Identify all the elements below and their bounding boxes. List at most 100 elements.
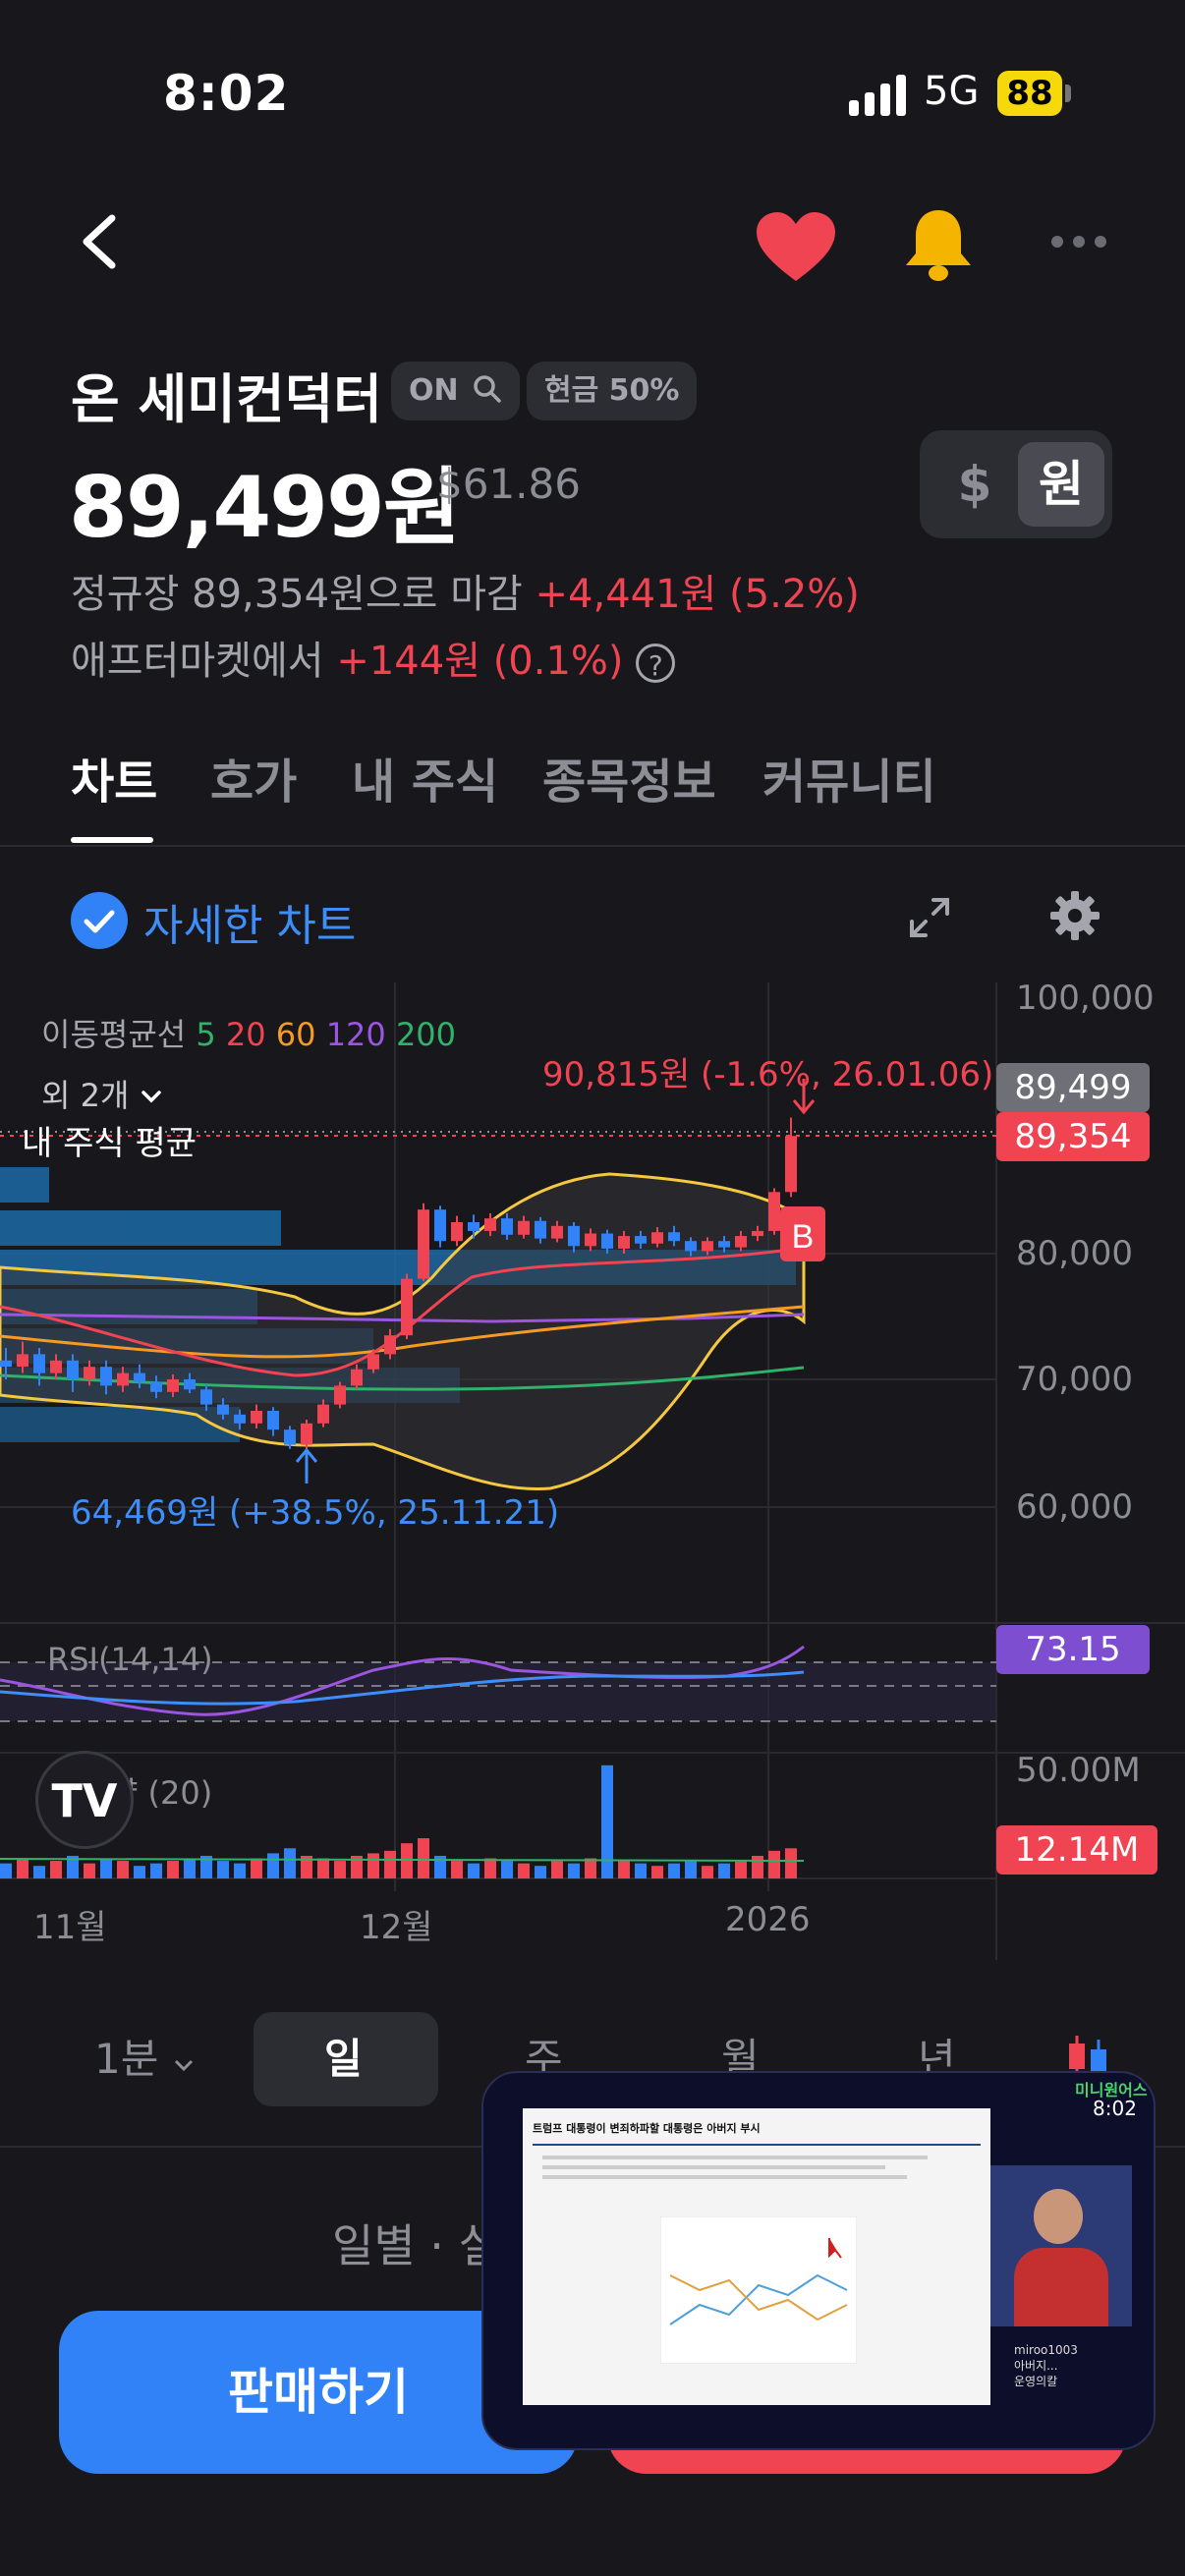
volume-bar <box>601 1764 613 1878</box>
more-indicators-toggle[interactable]: 외 2개 <box>41 1071 163 1116</box>
volume-bar <box>267 1853 279 1878</box>
candle <box>601 1233 613 1249</box>
alert-button[interactable] <box>904 208 973 287</box>
candle <box>67 1360 79 1379</box>
detail-chart-checkbox[interactable] <box>71 892 128 949</box>
low-annotation: 64,469원 (+38.5%, 25.11.21) <box>71 1493 560 1533</box>
pip-video-overlay[interactable]: 미니원어스 8:02 트럼프 대통령이 변죄하파할 대통령은 아버지 부시 mi… <box>481 2071 1156 2450</box>
ticker-label: ON <box>409 373 459 408</box>
volume-bar <box>251 1858 262 1878</box>
ma-120-label: 120 <box>325 1016 386 1053</box>
currency-usd-option[interactable]: $ <box>931 442 1018 527</box>
tab-orderbook[interactable]: 호가 <box>210 743 297 812</box>
help-icon[interactable]: ? <box>636 644 676 683</box>
current-price: 89,499원 <box>69 459 461 557</box>
volume-ma-line <box>0 1858 805 1862</box>
volume-bar <box>785 1848 797 1878</box>
ma-legend[interactable]: 이동평균선 5 20 60 120 200 <box>41 1010 456 1055</box>
usd-price: $61.86 <box>436 460 581 508</box>
close-price-line: 정규장 89,354원으로 마감 +4,441원 (5.2%) <box>71 562 860 619</box>
detail-chart-label[interactable]: 자세한 차트 <box>143 890 356 953</box>
volume-bar <box>334 1861 346 1878</box>
avg-price-label: 내 주식 평균 <box>22 1124 198 1163</box>
candle <box>551 1225 563 1239</box>
candle <box>635 1236 647 1244</box>
candle <box>84 1367 95 1379</box>
volume-axis-max: 50.00M <box>1016 1751 1141 1790</box>
settings-button[interactable] <box>1049 890 1100 945</box>
candle <box>618 1236 630 1249</box>
tab-community[interactable]: 커뮤니티 <box>762 743 936 812</box>
volume-bar <box>451 1861 463 1878</box>
volume-bar <box>234 1863 246 1878</box>
candle <box>184 1379 196 1390</box>
candle <box>33 1354 45 1373</box>
tab-chart[interactable]: 차트 <box>71 743 157 812</box>
back-button[interactable] <box>75 212 124 275</box>
currency-krw-option[interactable]: 원 <box>1018 442 1104 527</box>
tab-my-stock[interactable]: 내 주식 <box>352 743 498 812</box>
candle <box>234 1414 246 1424</box>
volume-bar <box>685 1861 697 1878</box>
volume-value-tag: 12.14M <box>996 1825 1157 1875</box>
candle <box>718 1241 730 1248</box>
more-horizontal-icon <box>1051 236 1106 248</box>
volume-bar <box>768 1850 780 1878</box>
y-tick-100000: 100,000 <box>1016 979 1155 1018</box>
pip-chat-line: 운영의칼 <box>1014 2375 1058 2388</box>
high-annotation: 90,815원 (-1.6%, 26.01.06) <box>542 1055 994 1094</box>
stock-name: 온 세미컨덕터 <box>71 368 382 430</box>
volume-bar <box>367 1853 379 1878</box>
volume-bar <box>635 1863 647 1878</box>
low-arrow-icon <box>295 1447 318 1484</box>
candle <box>651 1232 663 1244</box>
daily-history-label[interactable]: 일별 · 실 <box>332 2211 500 2275</box>
candle <box>434 1209 446 1242</box>
candle <box>267 1411 279 1430</box>
period-day[interactable]: 일 <box>324 2026 363 2086</box>
ma-legend-label: 이동평균선 <box>41 1016 187 1053</box>
ticker-search-chip[interactable]: ON <box>391 362 521 420</box>
candle <box>167 1379 179 1392</box>
pip-slide-headline: 트럼프 대통령이 변죄하파할 대통령은 아버지 부시 <box>533 2114 981 2146</box>
cash-ratio-chip[interactable]: 현금 50% <box>527 362 698 420</box>
tab-stock-info[interactable]: 종목정보 <box>542 743 716 812</box>
ma-200-label: 200 <box>395 1016 457 1053</box>
favorite-button[interactable] <box>757 212 835 287</box>
after-market-line: 애프터마켓에서 +144원 (0.1%) ? <box>71 629 676 686</box>
volume-bar <box>150 1863 162 1878</box>
volume-bar <box>0 1863 12 1878</box>
volume-bar <box>752 1855 763 1878</box>
pip-slide: 트럼프 대통령이 변죄하파할 대통령은 아버지 부시 <box>523 2108 990 2405</box>
candle <box>284 1429 296 1445</box>
volume-bar <box>501 1861 513 1878</box>
candle <box>200 1389 212 1405</box>
pip-presenter-video <box>990 2165 1132 2326</box>
candle <box>568 1225 580 1247</box>
candle <box>150 1381 162 1392</box>
others-label: 외 2개 <box>41 1077 130 1114</box>
pip-chat-line: 아버지... <box>1014 2359 1058 2373</box>
y-tick-60000: 60,000 <box>1016 1487 1133 1527</box>
currency-toggle[interactable]: $ 원 <box>920 430 1112 538</box>
volume-bar <box>100 1858 112 1878</box>
more-button[interactable] <box>1049 234 1108 253</box>
status-time: 8:02 <box>163 65 290 122</box>
check-icon <box>84 910 115 933</box>
period-1min[interactable]: 1분 <box>94 2026 196 2086</box>
volume-bar <box>418 1838 429 1878</box>
volume-bar <box>518 1863 530 1878</box>
heart-icon <box>757 212 835 281</box>
candle <box>451 1222 463 1242</box>
volume-bar <box>84 1863 95 1878</box>
volume-bar <box>718 1863 730 1878</box>
gear-icon <box>1050 891 1100 940</box>
candle <box>585 1233 596 1247</box>
expand-button[interactable] <box>906 894 953 945</box>
candle <box>401 1278 413 1336</box>
bell-icon <box>906 210 971 281</box>
volume-bar <box>384 1850 396 1878</box>
candle <box>535 1220 546 1239</box>
volume-bar <box>468 1863 480 1878</box>
buy-marker-icon: B <box>780 1206 825 1261</box>
